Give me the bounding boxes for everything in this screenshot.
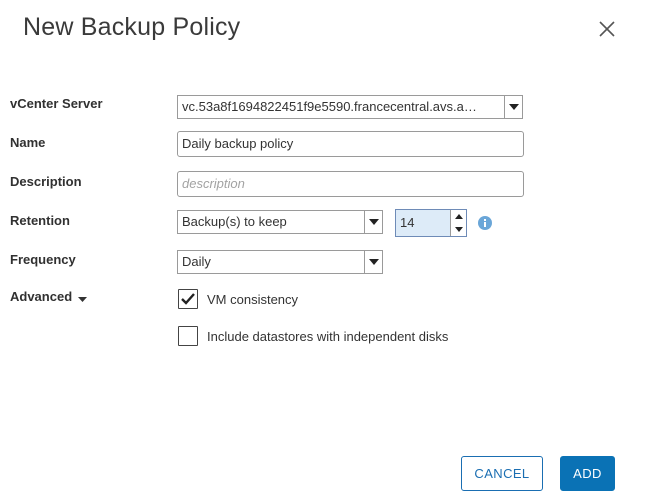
chevron-down-icon[interactable] <box>364 251 382 273</box>
close-icon[interactable] <box>596 18 618 40</box>
checkmark-icon <box>181 293 195 305</box>
frequency-value: Daily <box>182 254 211 269</box>
vm-consistency-checkbox[interactable] <box>178 289 198 309</box>
retention-count-stepper[interactable]: 14 <box>395 209 467 237</box>
name-label: Name <box>10 135 46 150</box>
chevron-down-icon[interactable] <box>504 96 522 118</box>
frequency-select[interactable]: Daily <box>177 250 383 274</box>
stepper-up-icon[interactable] <box>451 210 467 223</box>
vm-consistency-label: VM consistency <box>207 292 299 307</box>
vcenter-server-label: vCenter Server <box>10 96 103 111</box>
add-button[interactable]: ADD <box>560 456 615 491</box>
name-input[interactable]: Daily backup policy <box>177 131 524 157</box>
advanced-label: Advanced <box>10 289 73 304</box>
stepper-down-icon[interactable] <box>451 223 467 236</box>
description-label: Description <box>10 174 82 189</box>
retention-count-value: 14 <box>400 215 415 230</box>
retention-mode-select[interactable]: Backup(s) to keep <box>177 210 383 234</box>
chevron-down-icon[interactable] <box>364 211 382 233</box>
vcenter-server-value: vc.53a8f1694822451f9e5590.francecentral.… <box>182 99 477 114</box>
info-icon[interactable] <box>478 216 492 230</box>
frequency-label: Frequency <box>10 252 76 267</box>
include-datastores-label: Include datastores with independent disk… <box>207 329 449 344</box>
caret-down-icon <box>78 290 88 305</box>
vcenter-server-select[interactable]: vc.53a8f1694822451f9e5590.francecentral.… <box>177 95 523 119</box>
include-datastores-checkbox[interactable] <box>178 326 198 346</box>
cancel-button[interactable]: CANCEL <box>461 456 543 491</box>
dialog-title: New Backup Policy <box>23 13 241 41</box>
advanced-toggle[interactable]: Advanced <box>10 289 88 305</box>
retention-label: Retention <box>10 213 70 228</box>
new-backup-policy-dialog: New Backup Policy vCenter Server vc.53a8… <box>0 0 647 501</box>
retention-mode-value: Backup(s) to keep <box>182 214 287 229</box>
description-input[interactable]: description <box>177 171 524 197</box>
